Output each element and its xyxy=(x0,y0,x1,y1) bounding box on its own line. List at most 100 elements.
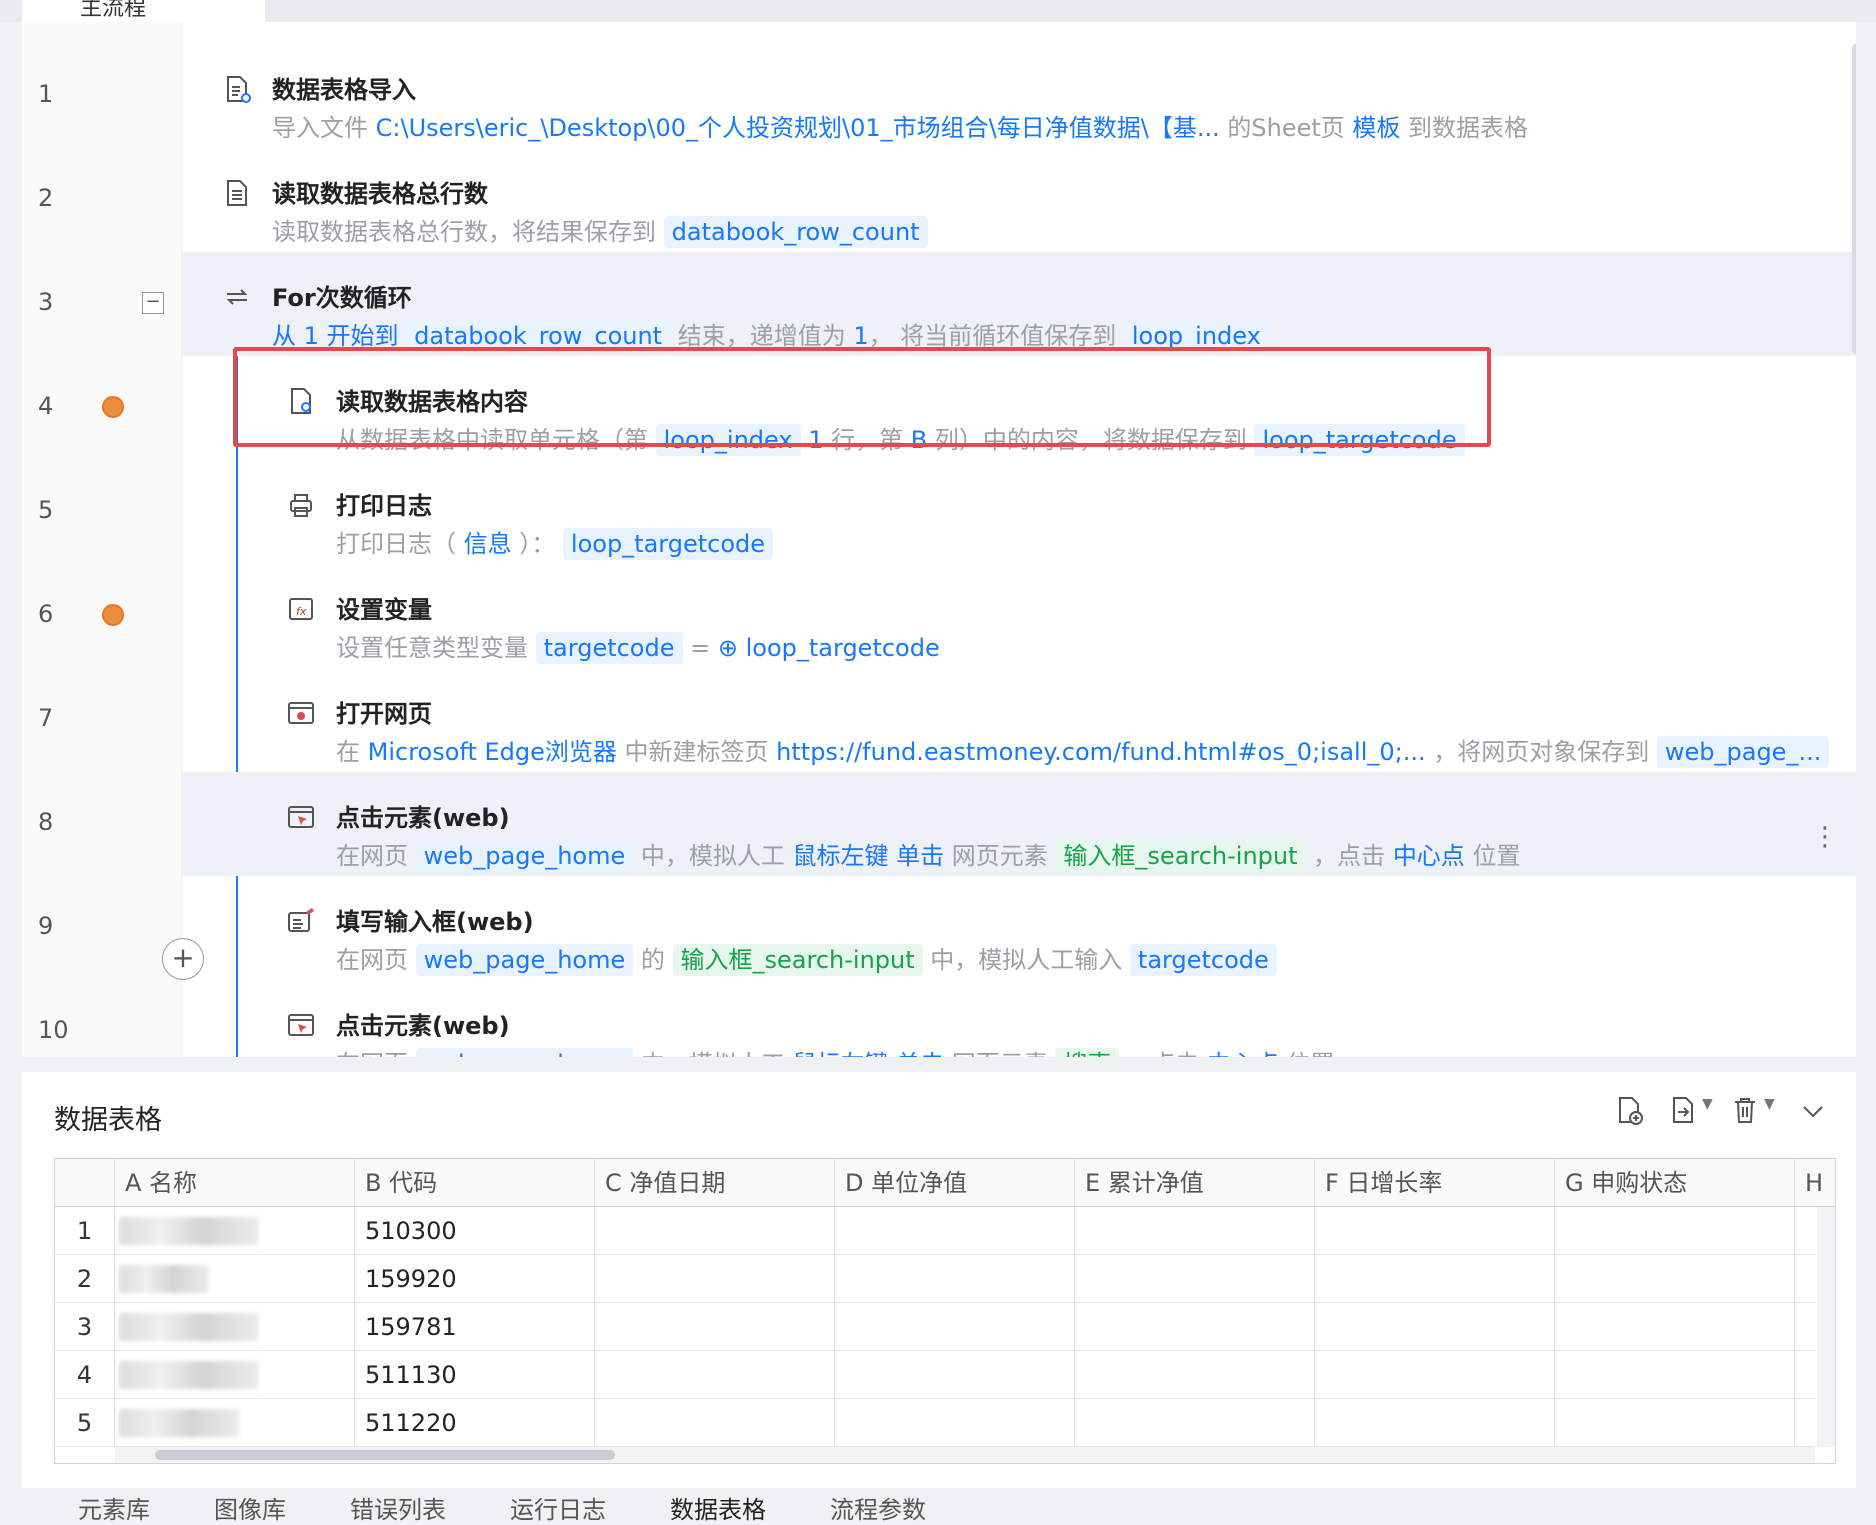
step-for-loop[interactable]: For次数循环从 1 开始到 databook_row_count 结束，递增值… xyxy=(182,252,1856,356)
table-cell[interactable] xyxy=(595,1351,835,1399)
table-row[interactable]: 1 510300 xyxy=(55,1207,1815,1255)
column-header[interactable]: C 净值日期 xyxy=(595,1159,835,1207)
tab-main-flow[interactable]: 主流程 xyxy=(22,0,265,22)
step-import-sheet[interactable]: 数据表格导入 导入文件 C:\Users\eric_\Desktop\00_个人投… xyxy=(182,44,1856,148)
column-header[interactable]: H xyxy=(1795,1159,1835,1207)
table-row[interactable]: 2 159920 xyxy=(55,1255,1815,1303)
table-cell[interactable]: 159920 xyxy=(355,1255,595,1303)
param-value[interactable]: 中心点 xyxy=(1393,842,1465,870)
table-cell[interactable] xyxy=(1075,1399,1315,1447)
column-header[interactable]: E 累计净值 xyxy=(1075,1159,1315,1207)
param-value[interactable]: 模板 xyxy=(1352,114,1400,142)
table-cell[interactable] xyxy=(115,1207,355,1255)
table-cell[interactable] xyxy=(1555,1399,1795,1447)
bottom-tab[interactable]: 元素库 xyxy=(78,1490,150,1525)
step-fill-input[interactable]: 填写输入框(web) 在网页 web_page_home 的 输入框_search… xyxy=(182,876,1856,980)
param-value[interactable]: ⊕ loop_targetcode xyxy=(718,634,940,662)
table-cell[interactable] xyxy=(835,1399,1075,1447)
column-header[interactable]: B 代码 xyxy=(355,1159,595,1207)
table-row[interactable]: 3 159781 xyxy=(55,1303,1815,1351)
variable-chip[interactable]: targetcode xyxy=(535,632,683,664)
table-cell[interactable]: 511220 xyxy=(355,1399,595,1447)
param-value[interactable]: 信息 xyxy=(464,530,512,558)
trash-dropdown-icon[interactable]: ▼ xyxy=(1764,1096,1775,1112)
column-header[interactable]: G 申购状态 xyxy=(1555,1159,1795,1207)
table-cell[interactable] xyxy=(115,1303,355,1351)
breakpoint-dot[interactable] xyxy=(102,396,124,418)
step-set-variable[interactable]: fx 设置变量 设置任意类型变量 targetcode = ⊕ loop_targe… xyxy=(182,564,1856,668)
step-read-row-count[interactable]: 读取数据表格总行数 读取数据表格总行数，将结果保存到 databook_row_c… xyxy=(182,148,1856,252)
table-cell[interactable] xyxy=(595,1255,835,1303)
table-cell[interactable] xyxy=(1075,1303,1315,1351)
table-cell[interactable] xyxy=(1315,1351,1555,1399)
table-cell[interactable] xyxy=(595,1399,835,1447)
param-value[interactable]: 中心点 xyxy=(1207,1050,1279,1057)
table-cell[interactable]: 159781 xyxy=(355,1303,595,1351)
trash-icon[interactable] xyxy=(1728,1094,1762,1128)
table-cell[interactable] xyxy=(1315,1255,1555,1303)
table-row[interactable]: 4 511130 xyxy=(55,1351,1815,1399)
variable-chip[interactable]: web_page_home xyxy=(415,840,634,872)
grid-vertical-scrollbar[interactable] xyxy=(1817,1207,1835,1447)
bottom-tab[interactable]: 流程参数 xyxy=(830,1490,926,1525)
element-chip[interactable]: 输入框_search-input xyxy=(1055,840,1306,872)
bottom-tab[interactable]: 运行日志 xyxy=(510,1490,606,1525)
step-print-log[interactable]: 打印日志 打印日志（ 信息 ）： loop_targetcode xyxy=(182,460,1856,564)
table-cell[interactable] xyxy=(1555,1255,1795,1303)
table-cell[interactable] xyxy=(1075,1351,1315,1399)
element-chip[interactable]: 搜索 xyxy=(1055,1048,1120,1057)
variable-chip[interactable]: web_page_home xyxy=(415,944,634,976)
flow-scrollbar[interactable] xyxy=(1852,44,1856,354)
param-value[interactable]: https://fund.eastmoney.com/fund.html#os_… xyxy=(776,738,1425,766)
param-value[interactable]: 从 1 开始到 xyxy=(272,322,406,350)
export-dropdown-icon[interactable]: ▼ xyxy=(1702,1096,1713,1112)
variable-chip[interactable]: loop_targetcode xyxy=(562,528,774,560)
collapse-loop-button[interactable]: − xyxy=(142,292,164,314)
table-cell[interactable] xyxy=(835,1207,1075,1255)
breakpoint-dot[interactable] xyxy=(102,604,124,626)
table-cell[interactable] xyxy=(1315,1399,1555,1447)
column-header[interactable]: D 单位净值 xyxy=(835,1159,1075,1207)
element-chip[interactable]: 输入框_search-input xyxy=(672,944,923,976)
table-cell[interactable] xyxy=(835,1351,1075,1399)
variable-chip[interactable]: databook_row_count xyxy=(663,216,928,248)
table-cell[interactable] xyxy=(1315,1303,1555,1351)
param-value[interactable]: C:\Users\eric_\Desktop\00_个人投资规划\01_市场组合… xyxy=(376,114,1220,142)
step-click-search[interactable]: 点击元素(web) 在网页 web_page_home 中，模拟人工 鼠标左键 单… xyxy=(182,980,1856,1057)
param-value[interactable]: 1 xyxy=(853,322,868,350)
table-cell[interactable] xyxy=(115,1351,355,1399)
bottom-tab[interactable]: 错误列表 xyxy=(350,1490,446,1525)
add-sheet-icon[interactable] xyxy=(1612,1094,1646,1128)
chevron-down-icon[interactable] xyxy=(1796,1094,1830,1128)
variable-chip[interactable]: web_page_home xyxy=(415,1048,634,1057)
table-cell[interactable] xyxy=(1315,1207,1555,1255)
table-cell[interactable] xyxy=(115,1399,355,1447)
step-open-webpage[interactable]: 打开网页在 Microsoft Edge浏览器 中新建标签页 https://f… xyxy=(182,668,1856,772)
table-cell[interactable] xyxy=(1075,1255,1315,1303)
bottom-tab[interactable]: 数据表格 xyxy=(670,1490,766,1525)
add-step-button[interactable]: + xyxy=(162,938,204,980)
param-value[interactable]: 鼠标左键 单击 xyxy=(793,1050,945,1057)
more-options-icon[interactable]: ⋮ xyxy=(1812,822,1838,852)
column-header[interactable]: F 日增长率 xyxy=(1315,1159,1555,1207)
table-cell[interactable] xyxy=(595,1207,835,1255)
export-icon[interactable] xyxy=(1666,1094,1700,1128)
param-value[interactable]: 鼠标左键 单击 xyxy=(793,842,945,870)
table-cell[interactable] xyxy=(835,1303,1075,1351)
table-cell[interactable] xyxy=(1555,1303,1795,1351)
table-cell[interactable] xyxy=(1555,1351,1795,1399)
param-value[interactable]: Microsoft Edge浏览器 xyxy=(368,738,617,766)
table-cell[interactable] xyxy=(115,1255,355,1303)
variable-chip[interactable]: web_page_... xyxy=(1656,736,1830,768)
step-click-element[interactable]: 点击元素(web) 在网页 web_page_home 中，模拟人工 鼠标左键 单… xyxy=(182,772,1856,876)
table-row[interactable]: 5 511220 xyxy=(55,1399,1815,1447)
grid-hscroll-thumb[interactable] xyxy=(155,1450,615,1460)
column-header[interactable]: A 名称 xyxy=(115,1159,355,1207)
variable-chip[interactable]: targetcode xyxy=(1129,944,1277,976)
grid-corner[interactable] xyxy=(55,1159,115,1207)
table-cell[interactable]: 510300 xyxy=(355,1207,595,1255)
table-cell[interactable] xyxy=(595,1303,835,1351)
bottom-tab[interactable]: 图像库 xyxy=(214,1490,286,1525)
grid-horizontal-scrollbar[interactable] xyxy=(115,1447,1815,1463)
table-cell[interactable] xyxy=(835,1255,1075,1303)
